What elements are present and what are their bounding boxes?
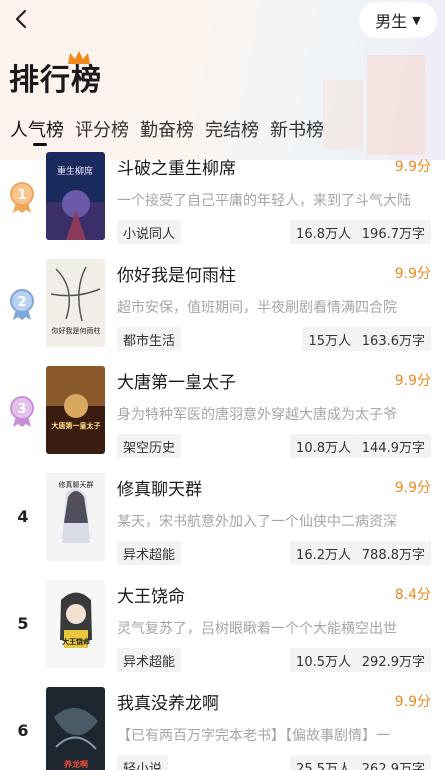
book-score: 9.9分 — [394, 694, 431, 710]
word-count: 292.9万字 — [355, 648, 431, 672]
book-title[interactable]: 大王饶命 — [117, 582, 185, 607]
bronze-medal-icon: 3 — [10, 396, 34, 427]
word-count: 788.8万字 — [355, 541, 431, 565]
tab-rating[interactable]: 评分榜 — [75, 116, 129, 142]
active-tab-indicator — [33, 143, 47, 146]
word-count: 196.7万字 — [355, 220, 431, 244]
tab-diligence[interactable]: 勤奋榜 — [140, 116, 194, 142]
back-arrow-icon — [15, 9, 27, 29]
svg-text:大王饶命: 大王饶命 — [62, 637, 91, 646]
svg-text:养龙啊: 养龙啊 — [63, 759, 88, 769]
reader-count: 10.8万人 — [290, 434, 357, 458]
book-description: 灵气复苏了，吕树眼瞅着一个个大能横空出世 — [117, 621, 397, 637]
rank-number: 5 — [17, 614, 29, 633]
book-score: 9.9分 — [394, 266, 431, 282]
list-item[interactable]: 2 你好我是何雨柱 你好我是何雨柱 9.9分 超市安保，值班期间，半夜刷剧看情满… — [0, 255, 445, 362]
book-title[interactable]: 我真没养龙啊 — [117, 689, 219, 714]
book-description: 一个接受了自己平庸的年轻人，来到了斗气大陆 — [117, 193, 411, 209]
genre-tag[interactable]: 架空历史 — [117, 434, 182, 458]
tab-bar: 人气榜 评分榜 勤奋榜 完结榜 新书榜 — [0, 112, 445, 146]
book-title[interactable]: 修真聊天群 — [117, 475, 202, 500]
back-button[interactable] — [10, 8, 32, 30]
genre-tag[interactable]: 轻小说 — [117, 755, 169, 770]
gender-label: 男生 — [375, 12, 408, 31]
book-cover[interactable]: 养龙啊 — [46, 687, 105, 770]
reader-count: 25.5万人 — [290, 755, 357, 770]
svg-text:重生柳席: 重生柳席 — [57, 165, 93, 177]
word-count: 262.9万字 — [355, 755, 431, 770]
word-count: 144.9万字 — [355, 434, 431, 458]
word-count: 163.6万字 — [355, 327, 431, 351]
book-description: 超市安保，值班期间，半夜刷剧看情满四合院 — [117, 300, 397, 316]
tab-completed[interactable]: 完结榜 — [205, 116, 259, 142]
gender-selector[interactable]: 男生 ▼ — [359, 2, 437, 38]
list-item[interactable]: 5 大王饶命 大王饶命 8.4分 灵气复苏了，吕树眼瞅着一个个大能横空出世 异术… — [0, 576, 445, 683]
book-description: 身为特种军医的唐羽意外穿越大唐成为太子爷 — [117, 407, 397, 423]
book-score: 9.9分 — [394, 159, 431, 175]
book-description: 【已有两百万字完本老书】【偏故事剧情】一 — [117, 728, 390, 744]
book-title[interactable]: 斗破之重生柳席 — [117, 154, 236, 179]
book-cover[interactable]: 修真聊天群 — [46, 473, 105, 561]
svg-text:大唐第一皇太子: 大唐第一皇太子 — [52, 421, 101, 430]
book-title[interactable]: 大唐第一皇太子 — [117, 368, 236, 393]
list-item[interactable]: 6 养龙啊 我真没养龙啊 9.9分 【已有两百万字完本老书】【偏故事剧情】一 轻… — [0, 683, 445, 770]
book-title[interactable]: 你好我是何雨柱 — [117, 261, 236, 286]
reader-count: 16.2万人 — [290, 541, 357, 565]
svg-text:2: 2 — [17, 295, 26, 310]
tab-popularity[interactable]: 人气榜 — [10, 116, 64, 142]
book-cover[interactable]: 你好我是何雨柱 — [46, 259, 105, 347]
genre-tag[interactable]: 都市生活 — [117, 327, 182, 351]
crown-icon — [68, 51, 90, 64]
list-item[interactable]: 3 大唐第一皇太子 大唐第一皇太子 9.9分 身为特种军医的唐羽意外穿越大唐成为… — [0, 362, 445, 469]
rank-number: 6 — [17, 721, 29, 740]
rank-number: 4 — [17, 507, 29, 526]
list-item[interactable]: 4 修真聊天群 修真聊天群 9.9分 某天，宋书航意外加入了一个仙侠中二病资深 … — [0, 469, 445, 576]
caret-down-icon: ▼ — [412, 13, 421, 27]
svg-text:修真聊天群: 修真聊天群 — [59, 480, 94, 489]
book-cover[interactable]: 重生柳席 — [46, 152, 105, 240]
svg-text:你好我是何雨柱: 你好我是何雨柱 — [52, 326, 101, 335]
reader-count: 16.8万人 — [290, 220, 357, 244]
tab-new-books[interactable]: 新书榜 — [270, 116, 324, 142]
book-score: 9.9分 — [394, 373, 431, 389]
book-score: 8.4分 — [394, 587, 431, 603]
book-cover[interactable]: 大唐第一皇太子 — [46, 366, 105, 454]
gold-medal-icon: 1 — [10, 182, 34, 213]
list-item[interactable]: 1 重生柳席 斗破之重生柳席 9.9分 一个接受了自己平庸的年轻人，来到了斗气大… — [0, 148, 445, 255]
reader-count: 10.5万人 — [290, 648, 357, 672]
book-description: 某天，宋书航意外加入了一个仙侠中二病资深 — [117, 514, 397, 530]
svg-text:1: 1 — [17, 188, 26, 203]
genre-tag[interactable]: 异术超能 — [117, 541, 182, 565]
genre-tag[interactable]: 异术超能 — [117, 648, 182, 672]
genre-tag[interactable]: 小说同人 — [117, 220, 182, 244]
reader-count: 15万人 — [302, 327, 357, 351]
ranking-list: 1 重生柳席 斗破之重生柳席 9.9分 一个接受了自己平庸的年轻人，来到了斗气大… — [0, 148, 445, 770]
book-cover[interactable]: 大王饶命 — [46, 580, 105, 668]
book-score: 9.9分 — [394, 480, 431, 496]
svg-text:3: 3 — [17, 402, 26, 417]
silver-medal-icon: 2 — [10, 289, 34, 320]
